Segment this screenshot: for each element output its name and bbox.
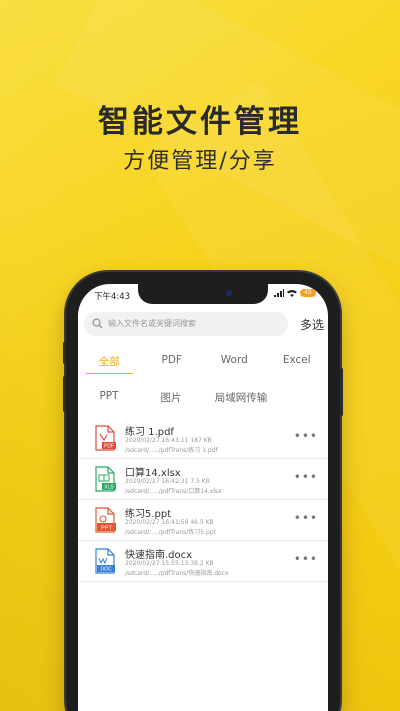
- search-placeholder: 输入文件名或关键词搜索: [108, 319, 196, 328]
- camera-icon: [226, 290, 232, 296]
- file-meta: 2020/02/27 16:41:56 46.5 KB: [125, 519, 214, 526]
- wifi-icon: [287, 290, 297, 297]
- more-options-icon[interactable]: •••: [294, 552, 318, 566]
- file-name: 练习5.ppt: [125, 509, 172, 520]
- file-type-badge: PPT: [101, 525, 112, 531]
- file-name: 快速指南.docx: [125, 550, 193, 561]
- file-path: /sdcard/...../pdfTrans/练习5.ppt: [125, 529, 216, 536]
- list-item[interactable]: PPT 练习5.ppt 2020/02/27 16:41:56 46.5 KB …: [78, 500, 328, 541]
- pdf-file-icon: PDF: [95, 425, 116, 451]
- phone-frame: 下午4:43 45 输入文件名或关键词搜索 多选 全部 PDF Word Exc…: [63, 272, 343, 711]
- more-options-icon[interactable]: •••: [294, 511, 318, 525]
- tab-images[interactable]: 图片: [140, 382, 202, 412]
- list-item[interactable]: XLS 口算14.xlsx 2020/02/27 16:42:31 7.5 KB…: [78, 459, 328, 500]
- battery-indicator: 45: [300, 289, 316, 297]
- search-row: 输入文件名或关键词搜索 多选: [84, 312, 328, 336]
- file-type-badge: XLS: [104, 485, 114, 491]
- tab-lan-transfer[interactable]: 局域网传输: [202, 382, 280, 412]
- file-meta: 2020/02/27 16:43:11 187 KB: [125, 437, 212, 444]
- tab-ppt[interactable]: PPT: [78, 382, 140, 412]
- status-icons: 45: [274, 289, 316, 297]
- list-item[interactable]: DOC 快速指南.docx 2020/02/27 15:55:13 39.2 K…: [78, 541, 328, 582]
- file-type-badge: DOC: [100, 567, 112, 573]
- phone-side-button: [63, 342, 66, 364]
- search-icon: [92, 318, 103, 329]
- phone-side-button: [63, 376, 66, 412]
- file-name: 口算14.xlsx: [125, 468, 181, 479]
- search-input[interactable]: 输入文件名或关键词搜索: [84, 312, 288, 336]
- excel-file-icon: XLS: [95, 466, 116, 492]
- file-path: /sdcard/...../pdfTrans/口算14.xlsx: [125, 488, 222, 495]
- more-options-icon[interactable]: •••: [294, 470, 318, 484]
- multi-select-button[interactable]: 多选: [300, 316, 324, 333]
- status-time: 下午4:43: [94, 292, 131, 302]
- promo-subline: 方便管理/分享: [123, 149, 277, 174]
- list-item[interactable]: PDF 练习 1.pdf 2020/02/27 16:43:11 187 KB …: [78, 418, 328, 459]
- tab-pdf[interactable]: PDF: [141, 346, 204, 376]
- file-path: /sdcard/...../pdfTrans/练习 1.pdf: [125, 447, 218, 454]
- tab-word[interactable]: Word: [203, 346, 266, 376]
- more-options-icon[interactable]: •••: [294, 429, 318, 443]
- tab-all[interactable]: 全部: [78, 346, 141, 376]
- file-name: 练习 1.pdf: [125, 427, 174, 438]
- file-path: /sdcard/...../pdfTrans/快速指南.docx: [125, 570, 229, 577]
- app-screen: 下午4:43 45 输入文件名或关键词搜索 多选 全部 PDF Word Exc…: [78, 284, 328, 711]
- phone-notch: [138, 284, 268, 304]
- file-list: PDF 练习 1.pdf 2020/02/27 16:43:11 187 KB …: [78, 418, 328, 582]
- promo-headline: 智能文件管理: [98, 104, 302, 140]
- file-meta: 2020/02/27 16:42:31 7.5 KB: [125, 478, 210, 485]
- file-type-tabs: 全部 PDF Word Excel PPT 图片 局域网传输: [78, 346, 328, 412]
- tab-excel[interactable]: Excel: [266, 346, 329, 376]
- file-meta: 2020/02/27 15:55:13 39.2 KB: [125, 560, 214, 567]
- file-type-badge: PDF: [104, 444, 114, 450]
- ppt-file-icon: PPT: [95, 507, 116, 533]
- word-file-icon: DOC: [95, 548, 115, 574]
- phone-power-button: [340, 368, 343, 416]
- signal-icon: [274, 289, 284, 297]
